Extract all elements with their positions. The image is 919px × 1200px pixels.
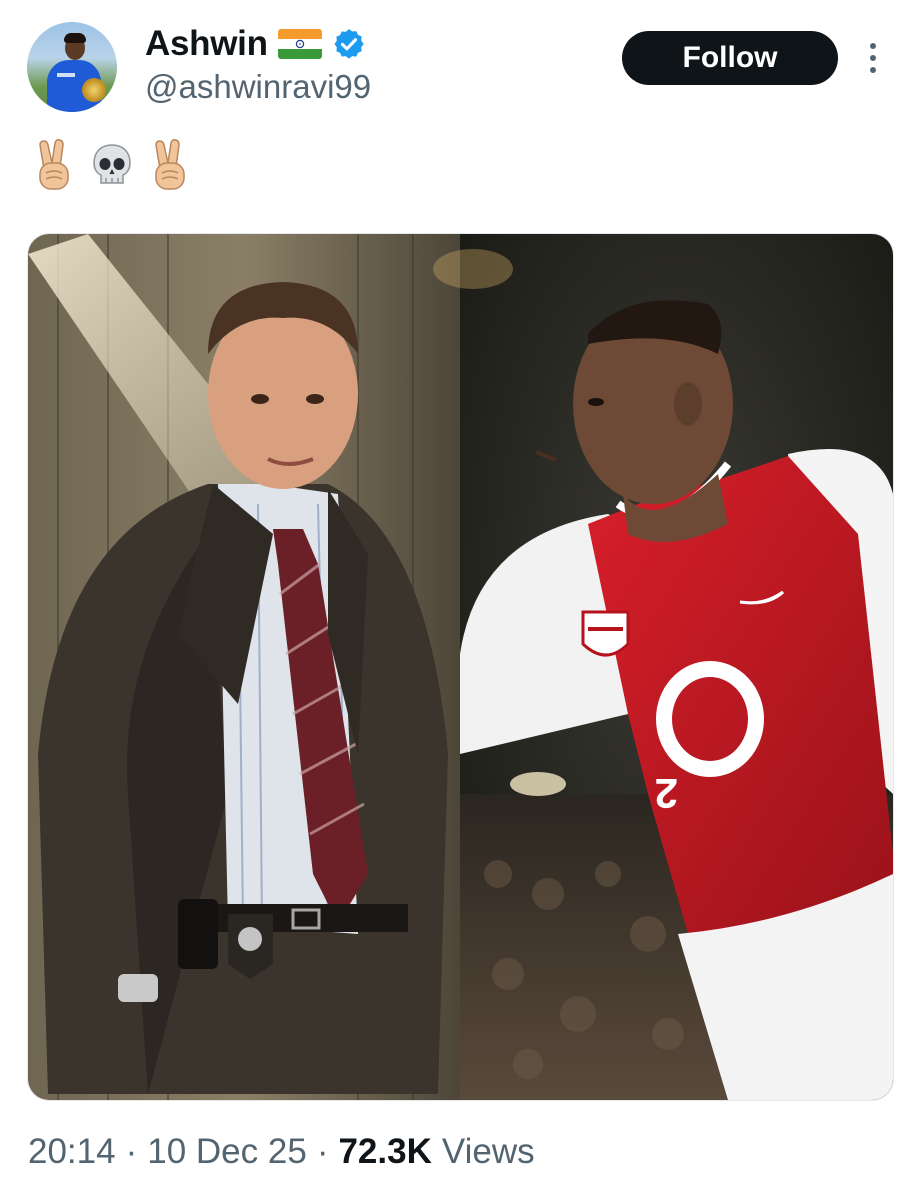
tweet-date[interactable]: 10 Dec 25	[147, 1132, 307, 1172]
india-flag-icon	[277, 29, 322, 59]
follow-button[interactable]: Follow	[622, 31, 838, 85]
more-options-icon[interactable]	[862, 40, 884, 76]
views-count: 72.3K	[338, 1132, 432, 1171]
victory-hand-icon	[32, 139, 76, 191]
tweet-meta: 20:14 · 10 Dec 25 · 72.3K Views	[28, 1132, 535, 1172]
verified-badge-icon[interactable]	[332, 27, 366, 61]
jersey-number: 2	[655, 770, 678, 817]
meta-separator: ·	[125, 1132, 138, 1171]
tweet-text	[32, 135, 192, 195]
tweet-media[interactable]: 2	[27, 233, 894, 1101]
man-in-suit-photo	[28, 234, 460, 1100]
victory-hand-icon	[148, 139, 192, 191]
user-handle[interactable]: @ashwinravi99	[145, 68, 371, 106]
footballer-red-jersey-photo	[433, 234, 893, 1100]
display-name[interactable]: Ashwin	[145, 24, 268, 64]
meta-separator: ·	[316, 1132, 329, 1171]
tweet-header: Ashwin @ashwinravi99 Follow	[0, 0, 919, 130]
tweet-time[interactable]: 20:14	[28, 1132, 116, 1172]
avatar[interactable]	[27, 22, 117, 112]
skull-icon	[90, 139, 134, 191]
user-name-row: Ashwin	[145, 22, 366, 66]
views-label: Views	[441, 1132, 535, 1171]
